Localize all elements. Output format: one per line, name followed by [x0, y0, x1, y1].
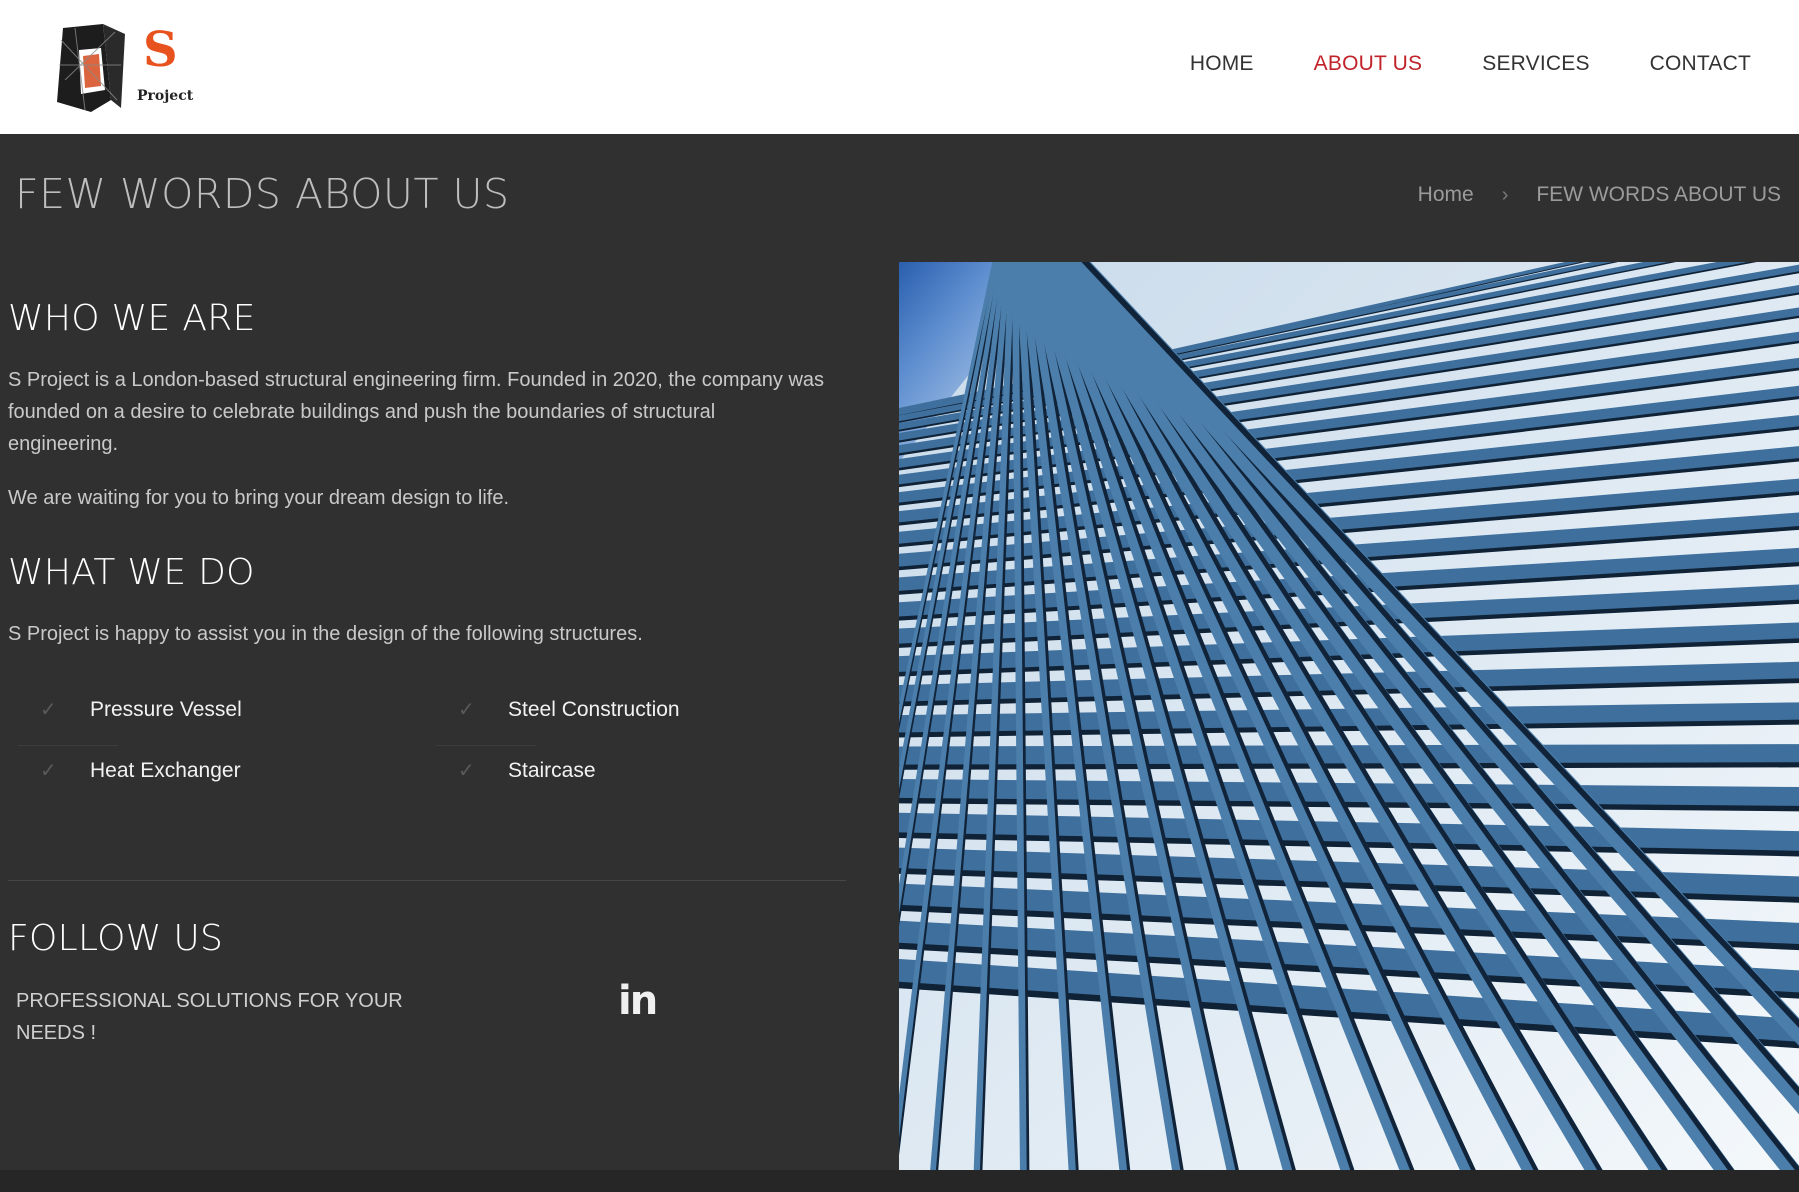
breadcrumb-home-link[interactable]: Home: [1418, 183, 1474, 207]
logo-s: S: [143, 22, 178, 78]
check-icon: ✓: [458, 760, 475, 782]
nav-about-us[interactable]: ABOUT US: [1314, 52, 1423, 76]
check-icon: ✓: [458, 699, 475, 721]
breadcrumb-current: FEW WORDS ABOUT US: [1536, 183, 1781, 206]
building-facade-image: [899, 262, 1799, 1170]
what-we-do-heading: WHAT WE DO: [8, 552, 255, 593]
service-underline: [436, 745, 536, 746]
section-divider: [8, 880, 846, 881]
check-icon: ✓: [40, 699, 57, 721]
tagline: PROFESSIONAL SOLUTIONS FOR YOUR NEEDS !: [16, 990, 403, 1044]
follow-us-heading: FOLLOW US: [8, 918, 224, 959]
chevron-right-icon: ›: [1501, 183, 1509, 206]
service-label: Pressure Vessel: [90, 697, 242, 721]
main-nav: HOME ABOUT US SERVICES CONTACT: [1190, 52, 1751, 76]
invitation-paragraph: We are waiting for you to bring your dre…: [8, 487, 509, 509]
nav-home[interactable]: HOME: [1190, 52, 1254, 76]
site-header: S Project HOME ABOUT US SERVICES CONTACT: [0, 0, 1799, 134]
service-label: Steel Construction: [508, 697, 680, 721]
who-we-are-heading: WHO WE ARE: [8, 298, 256, 339]
linkedin-icon[interactable]: in: [618, 978, 658, 1024]
footer-strip: [0, 1170, 1799, 1192]
service-underline: [18, 745, 118, 746]
service-label: Heat Exchanger: [90, 758, 241, 782]
breadcrumb: Home › FEW WORDS ABOUT US: [1418, 183, 1781, 207]
service-item: ✓ Heat Exchanger: [0, 758, 241, 783]
service-item: ✓ Steel Construction: [418, 697, 680, 722]
service-item: ✓ Staircase: [418, 758, 596, 783]
nav-contact[interactable]: CONTACT: [1650, 52, 1751, 76]
who-we-are-paragraph: S Project is a London-based structural e…: [8, 369, 825, 455]
logo-project: Project: [137, 88, 194, 104]
what-we-do-paragraph: S Project is happy to assist you in the …: [8, 623, 643, 645]
company-logo[interactable]: S Project: [55, 20, 195, 115]
page-title: FEW WORDS ABOUT US: [15, 170, 510, 218]
service-item: ✓ Pressure Vessel: [0, 697, 242, 722]
nav-services[interactable]: SERVICES: [1482, 52, 1589, 76]
check-icon: ✓: [40, 760, 57, 782]
service-label: Staircase: [508, 758, 596, 782]
